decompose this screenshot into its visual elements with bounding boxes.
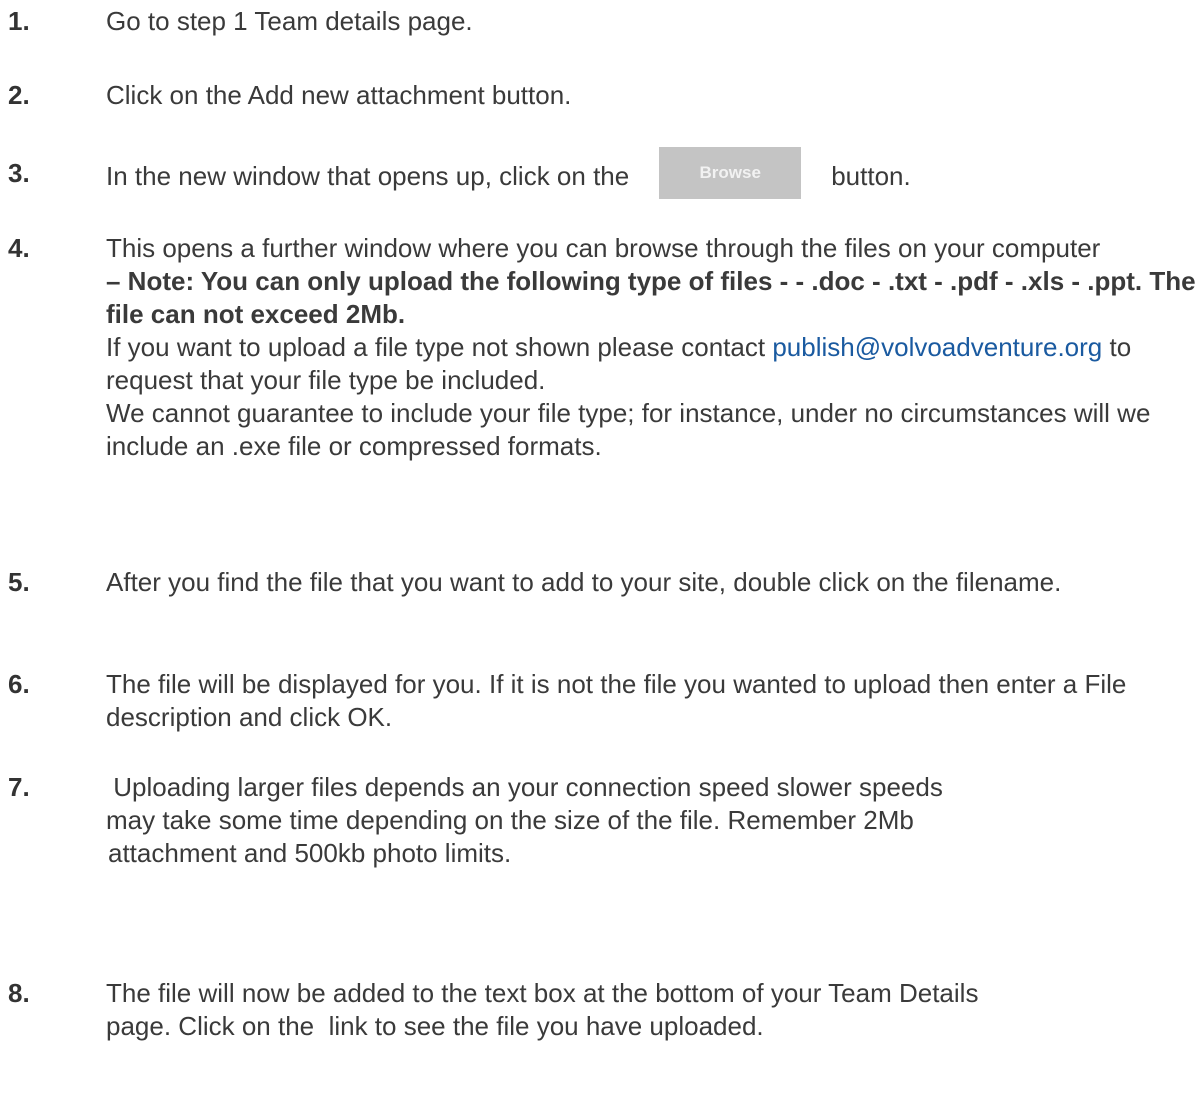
file-type-note: – Note: You can only upload the followin… xyxy=(106,266,1196,329)
step-intro: This opens a further window where you ca… xyxy=(106,233,1101,263)
step-text: In the new window that opens up, click o… xyxy=(106,147,1196,199)
step-number: 8. xyxy=(8,978,30,1008)
step-text: Uploading larger files depends an your c… xyxy=(106,771,1196,870)
guarantee-text: We cannot guarantee to include your file… xyxy=(106,398,1151,461)
step-line: Uploading larger files depends an your c… xyxy=(106,772,943,802)
step-line: attachment and 500kb photo limits. xyxy=(108,838,512,868)
step-text: The file will now be added to the text b… xyxy=(106,978,986,1041)
step-text-after: button. xyxy=(831,160,911,191)
step-text: Go to step 1 Team details page. xyxy=(106,6,473,36)
contact-paragraph: If you want to upload a file type not sh… xyxy=(106,331,1196,397)
browse-button[interactable]: Browse xyxy=(659,147,802,199)
step-number: 6. xyxy=(8,669,30,699)
contact-text-before: If you want to upload a file type not sh… xyxy=(106,332,766,362)
step-number: 1. xyxy=(8,6,30,36)
step-number: 5. xyxy=(8,567,30,597)
step-number: 3. xyxy=(8,158,30,188)
step-number: 7. xyxy=(8,772,30,802)
step-text: The file will be displayed for you. If i… xyxy=(106,669,1127,732)
step-text-before: In the new window that opens up, click o… xyxy=(106,160,630,191)
step-line: may take some time depending on the size… xyxy=(106,805,914,835)
step-text: After you find the file that you want to… xyxy=(106,567,1062,597)
step-text: This opens a further window where you ca… xyxy=(106,232,1196,463)
contact-email-link[interactable]: publish@volvoadventure.org xyxy=(772,332,1102,362)
step-text: Click on the Add new attachment button. xyxy=(106,80,572,110)
step-number: 2. xyxy=(8,80,30,110)
step-number: 4. xyxy=(8,233,30,263)
